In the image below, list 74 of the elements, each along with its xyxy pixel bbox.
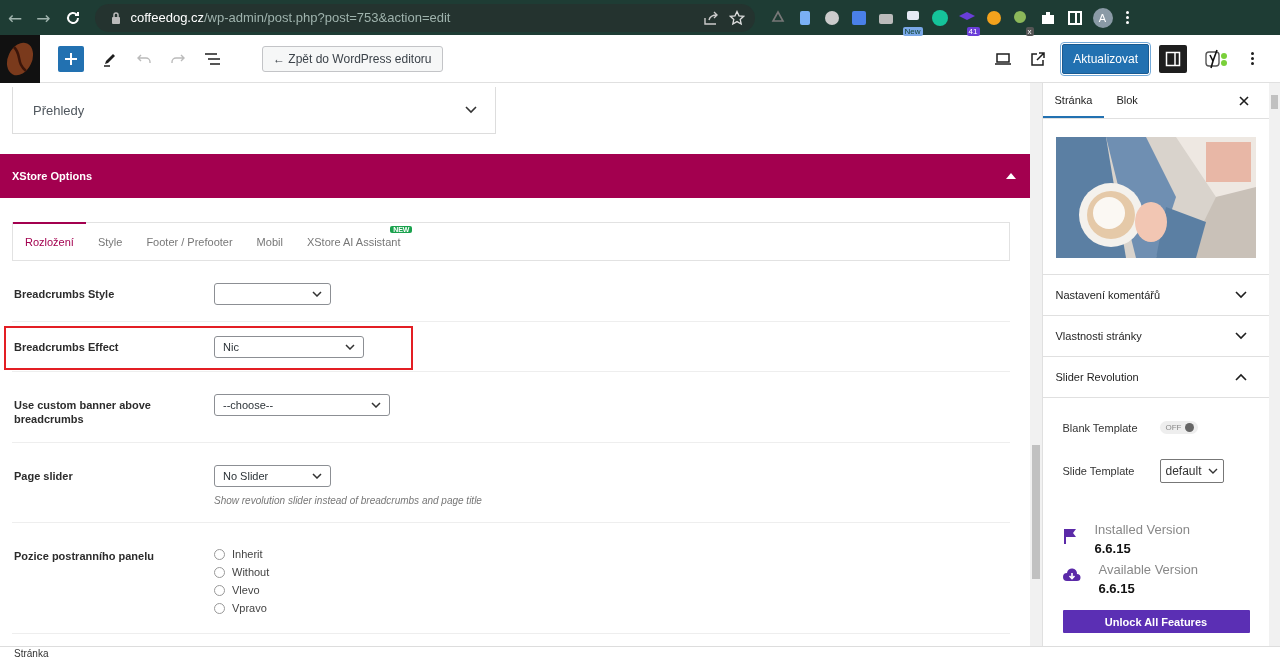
options-tab[interactable]: Mobil [244,222,295,260]
section-title: XStore Options [12,170,93,182]
address-bar[interactable]: coffeedog.cz/wp-admin/post.php?post=753&action=edit [94,3,755,32]
field-hint: Show revolution slider instead of breadcrumbs and page title [214,495,482,506]
unlock-button[interactable]: Unlock All Features [1062,610,1250,633]
select-field[interactable]: No Slider [214,465,331,487]
field-label: Breadcrumbs Style [14,287,116,302]
select-field[interactable]: default [1159,458,1224,483]
laptop-icon[interactable] [994,51,1013,66]
settings-panel-button[interactable] [1159,44,1187,73]
version-number: 6.6.15 [1094,541,1132,556]
extension-icon[interactable] [984,8,1003,27]
panel-title: Slider Revolution [1055,371,1139,383]
extension-icon[interactable] [930,8,949,27]
options-tab[interactable]: Rozložení [13,222,86,260]
panel-title: Nastavení komentářů [1055,289,1161,301]
update-button[interactable]: Aktualizovat [1062,43,1149,74]
options-tab[interactable]: Footer / Prefooter [134,222,245,260]
select-field[interactable]: --choose-- [214,394,390,416]
back-button[interactable]: ← [8,7,23,28]
plus-icon [64,51,78,66]
reload-icon[interactable] [64,9,81,26]
yoast-icon[interactable] [1205,48,1229,69]
footer-breadcrumb[interactable]: Stránka [14,648,49,659]
field-label: Pozice postranního panelu [14,549,155,564]
radio-option[interactable]: Without [214,563,270,581]
sidebar-icon [1165,50,1181,67]
field-label: Page slider [14,469,74,484]
select-field[interactable]: Nic [214,336,364,358]
back-to-editor-button[interactable]: ← Zpět do WordPress editoru [262,45,443,72]
setting-label: Slide Template [1062,464,1136,477]
chevron-icon [371,402,381,408]
extension-badge: x [1025,26,1034,36]
extension-icon[interactable] [822,8,841,27]
chevron-icon [312,291,322,297]
list-view-icon[interactable] [204,51,222,66]
sidebar-tab[interactable]: Stránka [1042,83,1105,118]
star-icon[interactable] [728,9,745,26]
radio-option[interactable]: Inherit [214,545,270,563]
version-label: Installed Version [1094,522,1190,537]
lock-icon [110,11,121,24]
collapsed-panel[interactable]: Přehledy [12,87,496,134]
section-header[interactable]: XStore Options [0,154,1030,198]
options-tab[interactable]: Style [85,222,135,260]
chevron-icon [1207,467,1218,474]
version-number: 6.6.15 [1098,581,1136,596]
field-label: Use custom banner above breadcrumbs [14,398,152,426]
chevron-icon [312,473,322,479]
radio-option[interactable]: Vpravo [214,599,270,617]
field-label: Breadcrumbs Effect [14,340,120,355]
radio-option[interactable]: Vlevo [214,581,270,599]
forward-button[interactable]: → [36,7,51,28]
chevron-icon [345,344,355,350]
url-text: coffeedog.cz/wp-admin/post.php?post=753&action=edit [130,10,451,25]
version-label: Available Version [1098,562,1198,577]
scrollbar-thumb[interactable] [1032,445,1040,579]
panel-title: Přehledy [33,102,85,118]
panel-title: Vlastnosti stránky [1055,330,1142,342]
extension-icon[interactable] [1065,8,1084,27]
cloud-download-icon [1062,568,1081,582]
setting-label: Blank Template [1062,421,1139,434]
sidebar-tab[interactable]: Blok [1104,83,1150,118]
share-icon[interactable] [702,9,719,26]
external-link-icon[interactable] [1030,50,1047,67]
panel-header[interactable]: Slider Revolution [1042,357,1269,398]
extension-badge: New [902,26,923,36]
extension-badge: 41 [966,26,980,36]
scrollbar-thumb[interactable] [1270,95,1278,109]
panel-header[interactable]: Nastavení komentářů [1042,275,1269,316]
flag-icon [1062,528,1077,544]
panel-header[interactable]: Vlastnosti stránky [1042,316,1269,357]
select-field[interactable] [214,283,331,305]
add-block-button[interactable] [58,45,84,72]
close-icon[interactable] [1238,95,1249,106]
